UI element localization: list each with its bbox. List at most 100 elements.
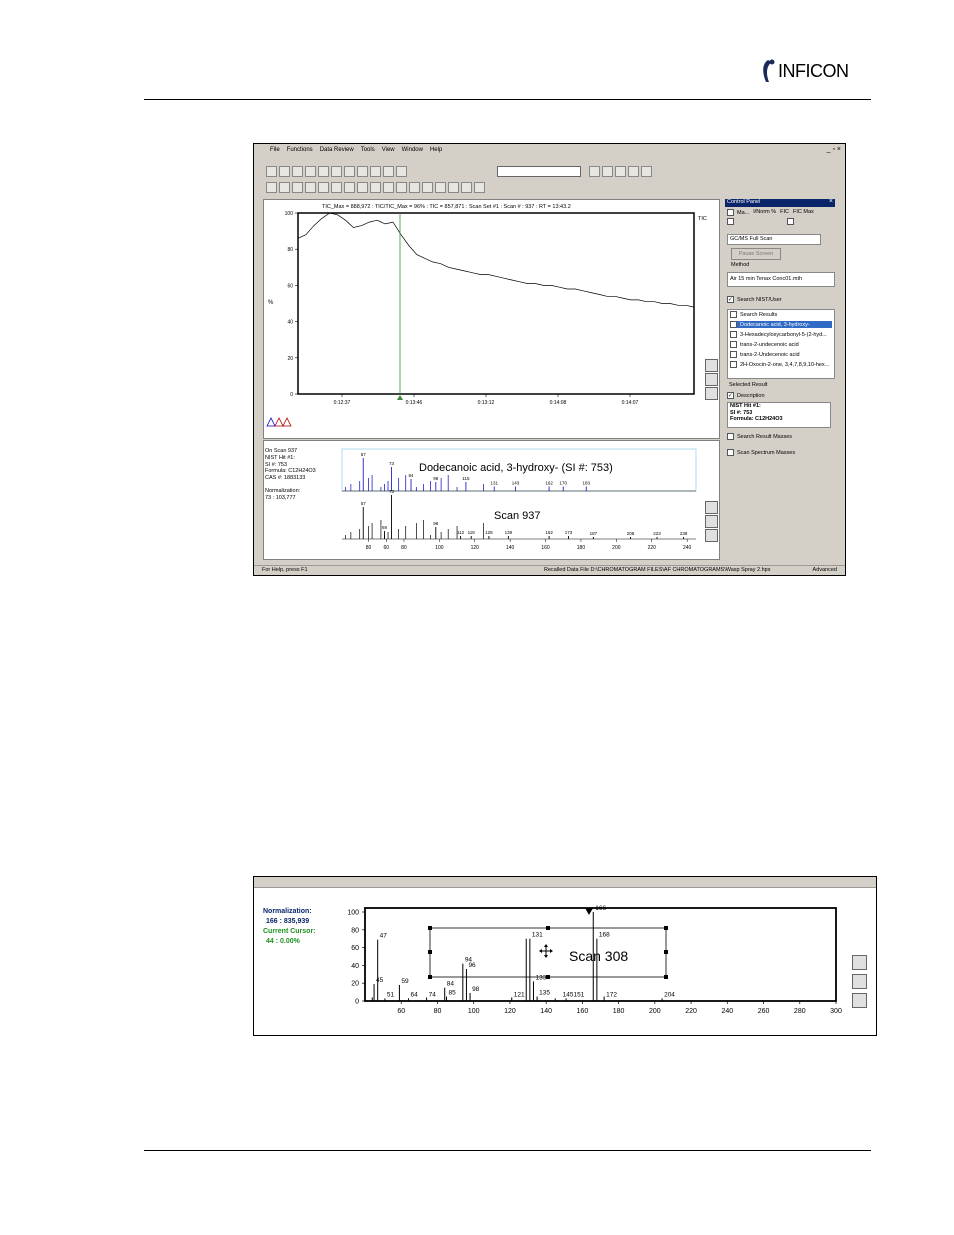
toolbar-row-1[interactable] (266, 166, 407, 178)
library-peak-label: 84 (409, 473, 415, 478)
spectrum-x-tick: 240 (683, 545, 692, 551)
scan308-peak-label: 59 (401, 978, 409, 985)
scan308-x-tick: 300 (830, 1008, 842, 1015)
toolbar-row-2[interactable] (266, 182, 485, 194)
scan308-x-tick: 80 (434, 1008, 442, 1015)
col-ma: Ma... (737, 209, 750, 216)
tic-plot-frame (297, 212, 695, 395)
menu-file[interactable]: File (270, 147, 280, 153)
result-item-4[interactable]: trans-2-Undecenoic acid (730, 351, 832, 358)
scan308-peak-label: 84 (447, 981, 455, 988)
scan308-peak-label: 85 (449, 990, 457, 997)
menu-tools[interactable]: Tools (361, 147, 375, 153)
library-peak-label: 57 (361, 452, 367, 457)
search-result-masses-label: Search Result Masses (737, 433, 793, 440)
scan-peak-label: 118 (468, 530, 476, 535)
spectrum-chart: 57 73 84 98 115 131 143 162 170 183 Dodecanoic ac… (341, 448, 697, 551)
detail-zoom-out-icon[interactable] (852, 974, 867, 989)
menu-view[interactable]: View (382, 147, 395, 153)
spectrum-x-tick: 100 (435, 545, 444, 551)
info-line: CAS #: 1883133 (265, 475, 306, 482)
spectrum-x-tick: 140 (506, 545, 515, 551)
header-rule (144, 99, 871, 100)
detail-zoom-fit-icon[interactable] (852, 993, 867, 1008)
search-nist-checkbox[interactable]: ✓ Search NIST/User (727, 296, 833, 303)
brand-name: INFICON (778, 61, 849, 81)
scan308-peak-label: 96 (468, 962, 476, 969)
scan308-peak-label: 133 (535, 974, 546, 981)
scan-peak-label: 98 (433, 521, 439, 526)
search-result-masses-checkbox[interactable]: Search Result Masses (727, 433, 833, 440)
description-box: NIST Hit #1: SI #: 753 Formula: C12H24O3 (727, 402, 831, 428)
scan308-peak-label: 168 (599, 932, 610, 939)
search-results-list: Search Results ✓ Dodecanoic acid, 3-hydro… (727, 309, 835, 379)
menu-functions[interactable]: Functions (287, 147, 313, 153)
selection-box[interactable] (429, 927, 667, 978)
selected-result-label: Selected Result (729, 382, 768, 388)
library-peak-label: 143 (512, 481, 520, 486)
status-file: Recalled Data File D:\CHROMATOGRAM FILES… (544, 567, 771, 573)
control-panel-columns: Ma... I/Norm % FIC FIC Max (727, 209, 833, 216)
result-item-5[interactable]: 2H-Oxocin-2-one, 3,4,7,8,9,10-hex... (730, 361, 832, 368)
scan308-peak-label: 74 (429, 991, 437, 998)
spectrum-zoom-out-icon[interactable] (705, 515, 718, 528)
info-line: Formula: C12H24O3 (265, 468, 316, 475)
pause-screen-button[interactable]: Pause Screen (731, 248, 781, 260)
tic-x-tick: 0:13:46 (406, 400, 423, 406)
menu-bar: File Functions Data Review Tools View Wi… (254, 144, 845, 156)
library-peak-label: 73 (389, 461, 395, 466)
scan-peak-label: 187 (590, 531, 598, 536)
scan-308-cursor-marker[interactable] (585, 908, 593, 915)
spectrum-zoom-fit-icon[interactable] (705, 529, 718, 542)
scan308-y-tick: 80 (351, 927, 359, 934)
spectrum-x-tick: 60 (383, 545, 389, 551)
scan-peak-label: 57 (361, 501, 367, 506)
tic-x-tick: 0:14:07 (622, 400, 639, 406)
result-item-2[interactable]: 3-Hexadecyloxycarbonyl-5-(2-hyd... (730, 331, 832, 338)
tic-chart-panel: TIC_Max = 888,972 : TIC/TIC_Max = 96% : … (263, 199, 720, 439)
zoom-in-icon[interactable] (705, 359, 718, 372)
scan308-peak-label: 204 (664, 991, 675, 998)
spectrum-x-tick: 160 (541, 545, 550, 551)
scan308-x-tick: 260 (758, 1008, 770, 1015)
control-panel-close-icon[interactable]: × (829, 198, 833, 205)
scan308-x-tick: 100 (468, 1008, 480, 1015)
col-norm: I/Norm % (753, 209, 777, 215)
menu-help[interactable]: Help (430, 147, 442, 153)
toolbar-dropdown[interactable] (497, 166, 581, 177)
zoom-out-icon[interactable] (705, 373, 718, 386)
spectrum-detail-screenshot: Normalization: 166 : 835,939 Current Cur… (253, 876, 877, 1036)
control-panel-title: Control Panel (725, 199, 835, 207)
tic-x-tick: 0:14:08 (550, 400, 567, 406)
scan-spectrum-masses-checkbox[interactable]: Scan Spectrum Masses (727, 449, 833, 456)
description-checkbox[interactable]: ✓ Description (727, 392, 833, 399)
info-line: 73 : 103,777 (265, 494, 296, 501)
peak-tools-icon[interactable] (266, 417, 292, 427)
scan308-x-tick: 240 (721, 1008, 733, 1015)
window-controls[interactable]: _ ▫ × (827, 146, 841, 153)
library-peak-label: 183 (583, 481, 591, 486)
method-field: Air 15 min Tenax Conc01.mth (727, 272, 835, 287)
tic-y-label: % (268, 300, 274, 306)
result-item-1[interactable]: ✓ Dodecanoic acid, 3-hydroxy- (730, 321, 832, 328)
tic-y-tick: 20 (287, 356, 293, 362)
info-line: Normalization: (265, 487, 301, 494)
tic-y-tick: 60 (287, 283, 293, 289)
library-peak-label: 115 (462, 476, 470, 481)
zoom-fit-icon[interactable] (705, 387, 718, 400)
menu-window[interactable]: Window (402, 147, 423, 153)
scan308-y-tick: 40 (351, 963, 359, 970)
scan308-peak-label: 166 (595, 905, 606, 912)
result-item-3[interactable]: trans-2-undecenoic acid (730, 341, 832, 348)
detail-zoom-in-icon[interactable] (852, 955, 867, 970)
spectrum-zoom-in-icon[interactable] (705, 501, 718, 514)
tic-series-line (297, 212, 695, 308)
tic-y-tick: 80 (287, 247, 293, 253)
toolbar-row-1b[interactable] (589, 166, 652, 178)
control-panel-checks[interactable] (727, 218, 833, 225)
tic-cursor-marker[interactable] (397, 395, 403, 400)
menu-data-review[interactable]: Data Review (320, 147, 354, 153)
tic-x-tick: 0:12:37 (334, 400, 351, 406)
status-mode: Advanced (812, 567, 837, 573)
scan-peak-label: 223 (653, 531, 661, 536)
